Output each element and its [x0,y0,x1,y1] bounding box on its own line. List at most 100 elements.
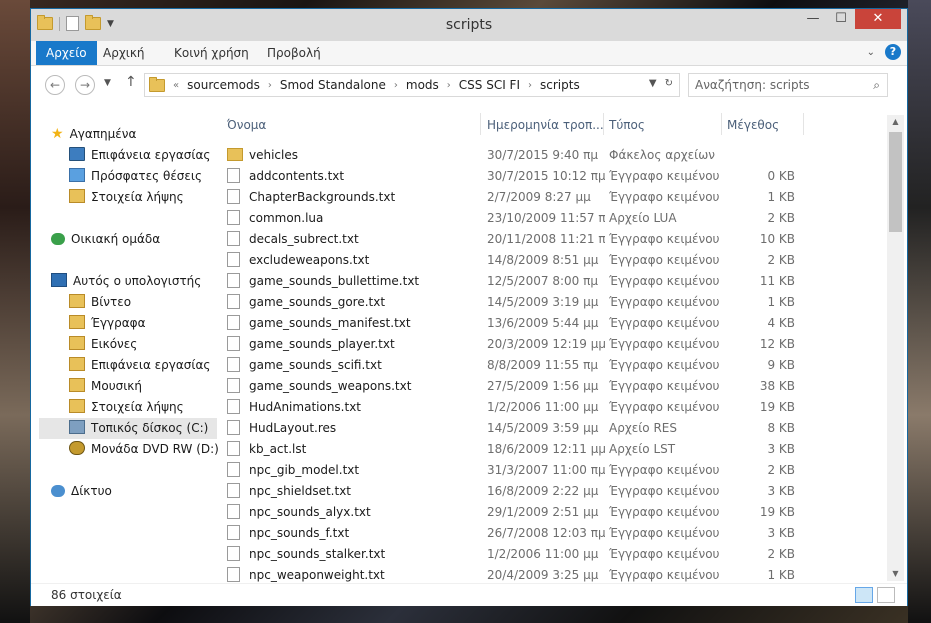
expand-ribbon-icon[interactable]: ⌄ [867,47,875,58]
file-size: 2 KB [767,547,795,561]
sidebar-item-network[interactable]: Δίκτυο [51,481,112,502]
chevron-right-icon[interactable]: › [528,80,532,91]
help-icon[interactable]: ? [885,44,901,60]
sidebar-item-dvd-drive[interactable]: Μονάδα DVD RW (D:) [69,439,219,460]
column-divider[interactable] [721,113,722,135]
table-row[interactable]: common.lua 23/10/2009 11:57 πμ Αρχείο LUA 2… [217,208,887,229]
sidebar-item-pictures[interactable]: Εικόνες [69,334,137,355]
details-view-button[interactable] [855,587,873,603]
sidebar-item-videos[interactable]: Βίντεο [69,292,131,313]
file-size: 1 KB [767,295,795,309]
window-title: scripts [445,17,493,33]
table-row[interactable]: addcontents.txt 30/7/2015 10:12 πμ Έγγραφο… [217,166,887,187]
file-name: npc_shieldset.txt [227,481,477,502]
recent-places-icon [69,168,85,182]
file-icon [227,483,240,498]
refresh-icon[interactable]: ↻ [665,78,673,89]
chevron-down-icon[interactable]: ▼ [649,78,657,89]
scrollbar-thumb[interactable] [889,132,902,232]
navigation-bar: ← → ▼ ↑ « sourcemods › Smod Standalone ›… [31,66,907,103]
table-row[interactable]: npc_weaponweight.txt 20/4/2009 3:25 μμ Έγγ… [217,565,887,583]
sidebar-item-downloads[interactable]: Στοιχεία λήψης [69,187,184,208]
file-name: decals_subrect.txt [227,229,477,250]
chevron-right-icon[interactable]: › [447,80,451,91]
large-icons-view-button[interactable] [877,587,895,603]
vertical-scrollbar[interactable]: ▲ ▼ [887,115,904,581]
back-button[interactable]: ← [45,75,65,95]
sidebar-item-this-pc[interactable]: Αυτός ο υπολογιστής [51,271,201,292]
breadcrumb-css-sci-fi[interactable]: CSS SCI FI [459,78,520,92]
table-row[interactable]: game_sounds_player.txt 20/3/2009 12:19 μμ… [217,334,887,355]
column-header-name[interactable]: Όνομα [227,113,266,137]
table-row[interactable]: game_sounds_bullettime.txt 12/5/2007 8:00… [217,271,887,292]
scroll-up-icon[interactable]: ▲ [887,115,904,129]
column-header-type[interactable]: Τύπος [609,113,645,137]
sidebar-item-downloads-pc[interactable]: Στοιχεία λήψης [69,397,184,418]
column-divider[interactable] [480,113,481,135]
sidebar-item-favorites[interactable]: ★ Αγαπημένα [51,124,136,145]
search-input[interactable]: Αναζήτηση: scripts ⌕ [688,73,888,97]
tab-share[interactable]: Κοινή χρήση [164,41,259,65]
table-row[interactable]: game_sounds_manifest.txt 13/6/2009 5:44 μ… [217,313,887,334]
sidebar-item-documents[interactable]: Έγγραφα [69,313,146,334]
table-row[interactable]: game_sounds_scifi.txt 8/8/2009 11:55 πμ Έγ… [217,355,887,376]
overflow-icon[interactable]: « [173,80,179,91]
maximize-button[interactable]: ☐ [827,9,855,29]
table-row[interactable]: ChapterBackgrounds.txt 2/7/2009 8:27 μμ Έγ… [217,187,887,208]
breadcrumb-sourcemods[interactable]: sourcemods [187,78,260,92]
file-size: 10 KB [759,232,795,246]
close-button[interactable]: ✕ [855,9,901,29]
search-icon[interactable]: ⌕ [873,78,880,93]
table-row[interactable]: npc_gib_model.txt 31/3/2007 11:00 πμ Έγγρα… [217,460,887,481]
breadcrumb-smod-standalone[interactable]: Smod Standalone [280,78,386,92]
file-size: 2 KB [767,253,795,267]
table-row[interactable]: vehicles 30/7/2015 9:40 πμ Φάκελος αρχείων [217,145,887,166]
forward-button[interactable]: → [75,75,95,95]
tab-file[interactable]: Αρχείο [36,41,97,65]
file-date: 30/7/2015 10:12 πμ [487,169,605,183]
sidebar-item-recent[interactable]: Πρόσφατες θέσεις [69,166,202,187]
tab-view[interactable]: Προβολή [257,41,331,65]
chevron-right-icon[interactable]: › [268,80,272,91]
table-row[interactable]: game_sounds_weapons.txt 27/5/2009 1:56 μμ… [217,376,887,397]
file-date: 20/4/2009 3:25 μμ [487,568,599,582]
desktop-icon [69,147,85,161]
sidebar-item-desktop[interactable]: Επιφάνεια εργασίας [69,145,210,166]
computer-icon [51,273,67,287]
up-button[interactable]: ↑ [125,74,137,90]
file-name: excludeweapons.txt [227,250,477,271]
file-icon [227,462,240,477]
file-size: 19 KB [759,505,795,519]
table-row[interactable]: decals_subrect.txt 20/11/2008 11:21 πμ Έγγ… [217,229,887,250]
column-header-date[interactable]: Ημερομηνία τροπ... [487,113,604,137]
sidebar-item-music[interactable]: Μουσική [69,376,142,397]
table-row[interactable]: game_sounds_gore.txt 14/5/2009 3:19 μμ Έγγ… [217,292,887,313]
minimize-button[interactable]: — [799,9,827,29]
chevron-right-icon[interactable]: › [394,80,398,91]
sidebar-item-desktop-pc[interactable]: Επιφάνεια εργασίας [69,355,210,376]
table-row[interactable]: npc_shieldset.txt 16/8/2009 2:22 μμ Έγγραφ… [217,481,887,502]
sidebar-item-homegroup[interactable]: Οικιακή ομάδα [51,229,160,250]
table-row[interactable]: npc_sounds_alyx.txt 29/1/2009 2:51 μμ Έγγρ… [217,502,887,523]
table-row[interactable]: npc_sounds_stalker.txt 1/2/2006 11:00 μμ Έ… [217,544,887,565]
column-header-size[interactable]: Μέγεθος [727,113,779,137]
column-divider[interactable] [803,113,804,135]
breadcrumb-scripts[interactable]: scripts [540,78,580,92]
breadcrumb-mods[interactable]: mods [406,78,439,92]
table-row[interactable]: npc_sounds_f.txt 26/7/2008 12:03 πμ Έγγραφ… [217,523,887,544]
file-type: Φάκελος αρχείων [609,148,715,162]
file-date: 2/7/2009 8:27 μμ [487,190,591,204]
table-row[interactable]: HudAnimations.txt 1/2/2006 11:00 μμ Έγγραφ… [217,397,887,418]
file-type: Έγγραφο κειμένου [609,253,720,267]
table-row[interactable]: kb_act.lst 18/6/2009 12:11 μμ Αρχείο LST 3 … [217,439,887,460]
tab-home[interactable]: Αρχική [93,41,155,65]
table-row[interactable]: HudLayout.res 14/5/2009 3:59 μμ Αρχείο RES… [217,418,887,439]
scroll-down-icon[interactable]: ▼ [887,567,904,581]
title-bar[interactable]: ▼ scripts — ☐ ✕ [31,9,907,41]
address-bar[interactable]: « sourcemods › Smod Standalone › mods › … [144,73,680,97]
recent-locations-icon[interactable]: ▼ [104,78,111,88]
table-row[interactable]: excludeweapons.txt 14/8/2009 8:51 μμ Έγγρα… [217,250,887,271]
column-divider[interactable] [603,113,604,135]
file-date: 26/7/2008 12:03 πμ [487,526,605,540]
sidebar-item-local-disk[interactable]: Τοπικός δίσκος (C:) [39,418,217,439]
